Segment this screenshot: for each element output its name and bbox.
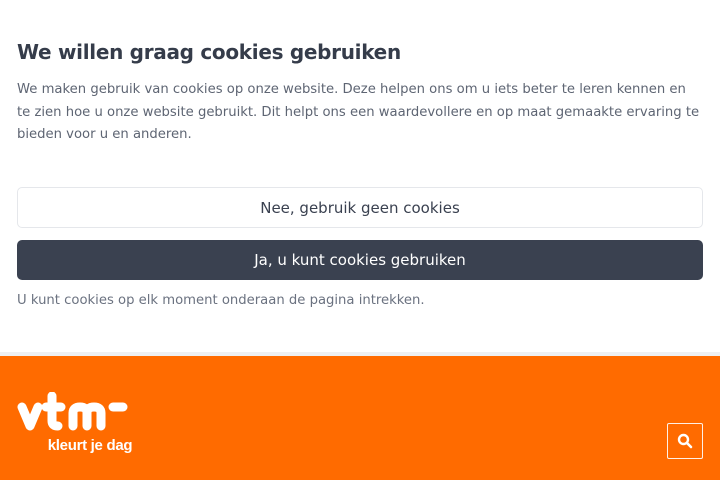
logo-tagline: kleurt je dag [47,437,133,454]
search-button[interactable] [667,423,703,459]
decline-cookies-label: Nee, gebruik geen cookies [260,198,460,217]
consent-description: We maken gebruik van cookies op onze web… [17,82,700,142]
vtm-logo[interactable]: kleurt je dag [17,391,133,458]
accept-cookies-label: Ja, u kunt cookies gebruiken [254,251,466,269]
decline-cookies-button[interactable]: Nee, gebruik geen cookies [17,187,703,228]
search-icon [677,433,693,449]
accept-cookies-button[interactable]: Ja, u kunt cookies gebruiken [17,240,703,280]
site-header: kleurt je dag [0,356,720,480]
consent-note: U kunt cookies op elk moment onderaan de… [17,293,425,308]
vtm-logo-mark [17,391,128,431]
consent-title: We willen graag cookies gebruiken [17,40,401,64]
